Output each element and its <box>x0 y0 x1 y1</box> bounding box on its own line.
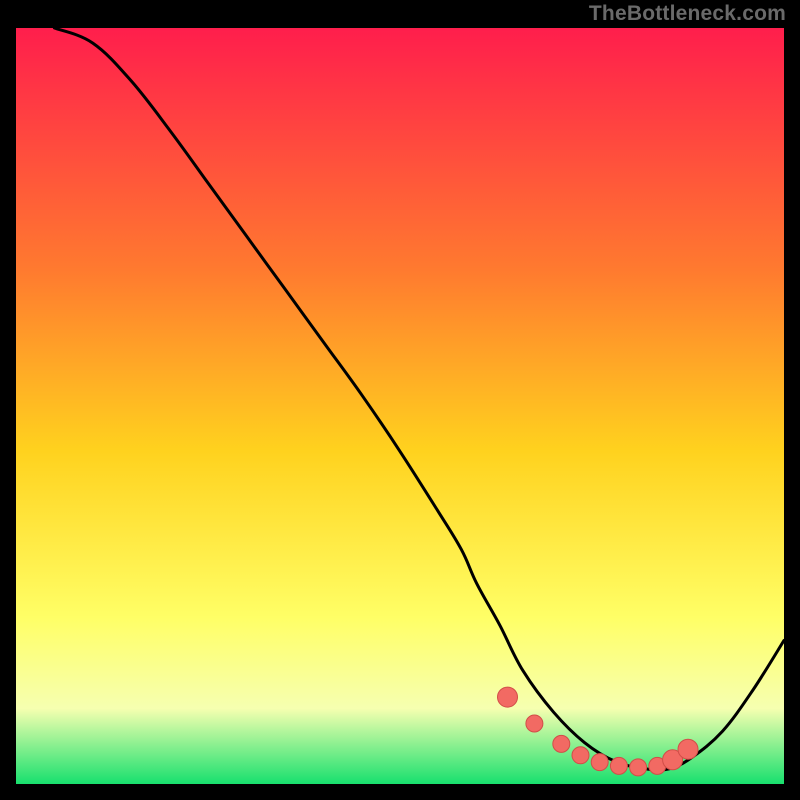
gradient-background <box>16 28 784 784</box>
data-marker <box>572 747 589 764</box>
data-marker <box>610 757 627 774</box>
data-marker <box>630 759 647 776</box>
plot-area <box>16 28 784 784</box>
watermark-label: TheBottleneck.com <box>589 2 786 26</box>
data-marker <box>678 739 698 759</box>
chart-frame: TheBottleneck.com <box>0 0 800 800</box>
data-marker <box>553 735 570 752</box>
data-marker <box>591 754 608 771</box>
data-marker <box>526 715 543 732</box>
data-marker <box>498 687 518 707</box>
chart-svg <box>16 28 784 784</box>
